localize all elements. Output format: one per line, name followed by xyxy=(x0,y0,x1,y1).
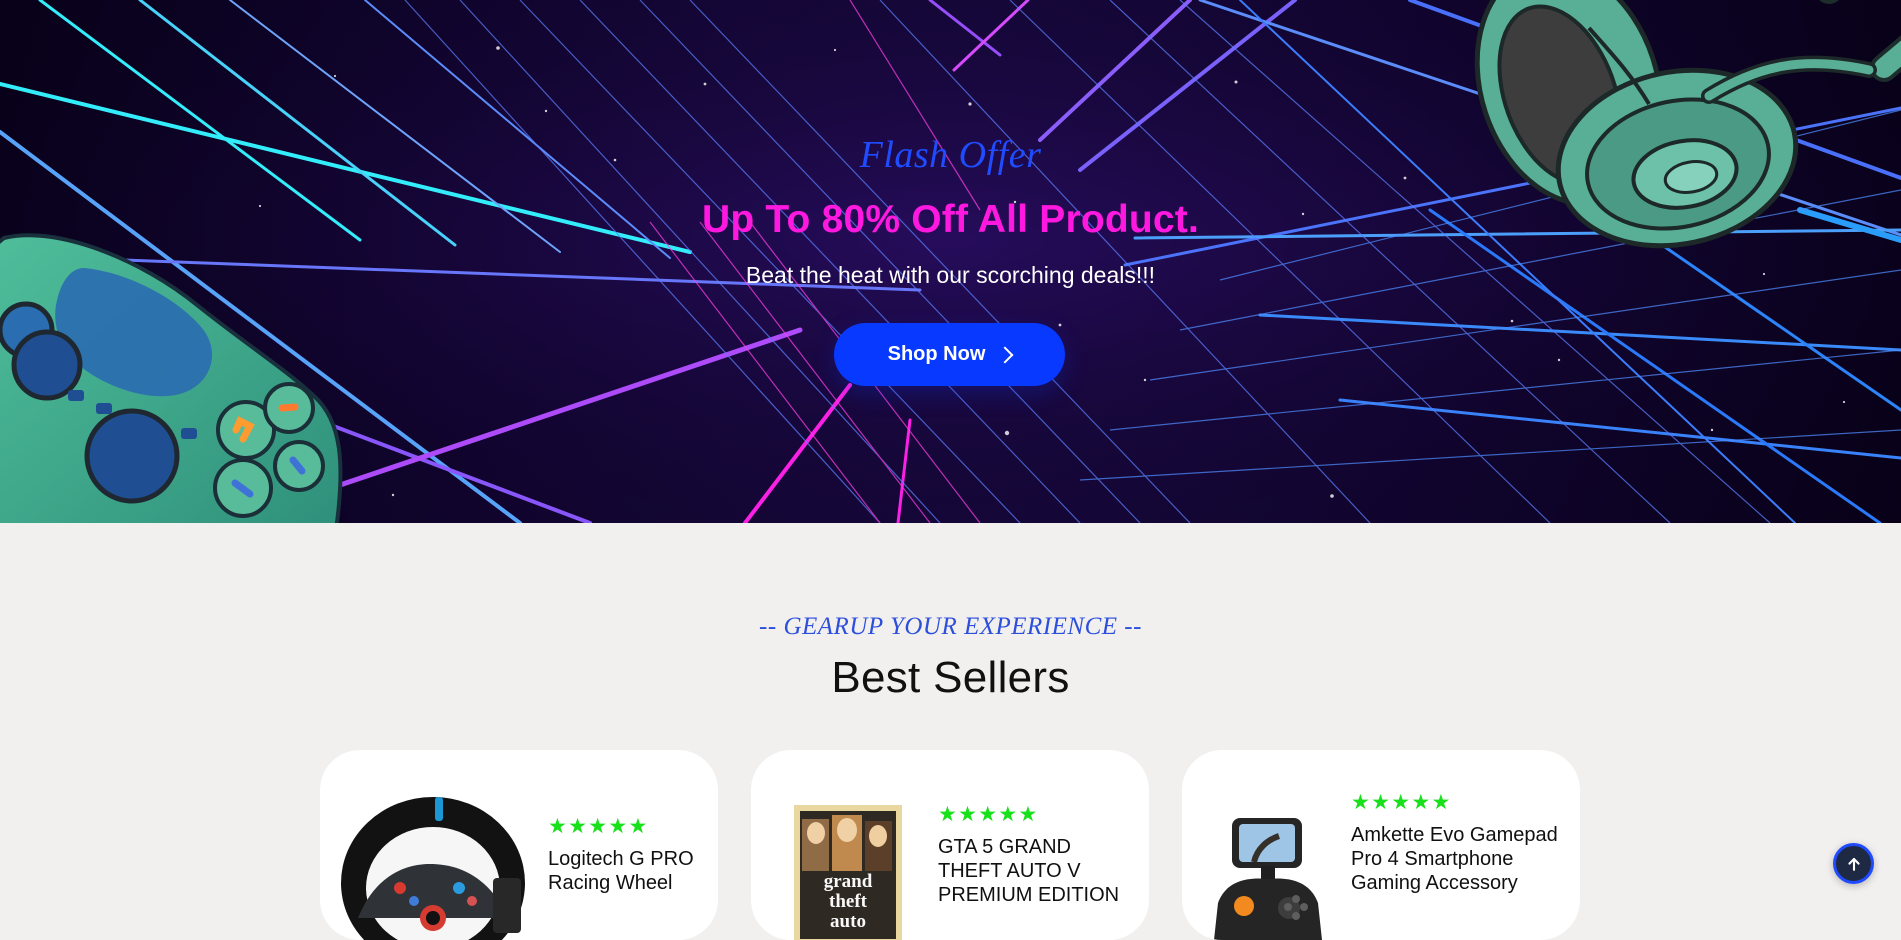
product-card[interactable]: ★★★★★ Logitech G PRO Racing Wheel xyxy=(320,750,718,940)
arrow-up-icon xyxy=(1847,857,1860,871)
section-title: Best Sellers xyxy=(831,653,1070,702)
hero-content: Flash Offer Up To 80% Off All Product. B… xyxy=(0,0,1901,523)
rating-stars: ★★★★★ xyxy=(1351,790,1452,814)
hero-subtitle: Beat the heat with our scorching deals!!… xyxy=(745,262,1156,288)
flash-offer-label: Flash Offer xyxy=(859,134,1042,176)
svg-text:grand: grand xyxy=(824,871,873,892)
rating-stars: ★★★★★ xyxy=(938,802,1039,826)
phone-gamepad-icon xyxy=(1212,815,1324,940)
product-title[interactable]: Amkette Evo Gamepad Pro 4 Smartphone Gam… xyxy=(1351,823,1561,895)
game-cover-icon: grand theft auto xyxy=(794,805,902,940)
racing-wheel-icon xyxy=(338,780,528,940)
shop-now-label: Shop Now xyxy=(887,343,986,365)
shop-now-button[interactable]: Shop Now xyxy=(834,323,1065,386)
hero-headline: Up To 80% Off All Product. xyxy=(701,198,1200,241)
product-title[interactable]: Logitech G PRO Racing Wheel xyxy=(548,847,708,895)
best-sellers-list: ★★★★★ Logitech G PRO Racing Wheel grand … xyxy=(320,750,1580,940)
rating-stars: ★★★★★ xyxy=(548,814,649,838)
product-info: ★★★★★ Logitech G PRO Racing Wheel xyxy=(548,750,708,940)
hero-banner: Flash Offer Up To 80% Off All Product. B… xyxy=(0,0,1901,523)
section-eyebrow: -- GEARUP YOUR EXPERIENCE -- xyxy=(759,613,1142,640)
product-card[interactable]: grand theft auto ★★★★★ GTA 5 GRAND THEFT… xyxy=(751,750,1149,940)
product-card[interactable]: ★★★★★ Amkette Evo Gamepad Pro 4 Smartpho… xyxy=(1182,750,1580,940)
chevron-right-icon xyxy=(996,346,1014,363)
product-info: ★★★★★ Amkette Evo Gamepad Pro 4 Smartpho… xyxy=(1351,750,1561,940)
scroll-to-top-button[interactable] xyxy=(1833,843,1874,884)
product-title[interactable]: GTA 5 GRAND THEFT AUTO V PREMIUM EDITION xyxy=(938,835,1128,907)
product-info: ★★★★★ GTA 5 GRAND THEFT AUTO V PREMIUM E… xyxy=(938,750,1128,940)
svg-text:auto: auto xyxy=(830,911,866,932)
